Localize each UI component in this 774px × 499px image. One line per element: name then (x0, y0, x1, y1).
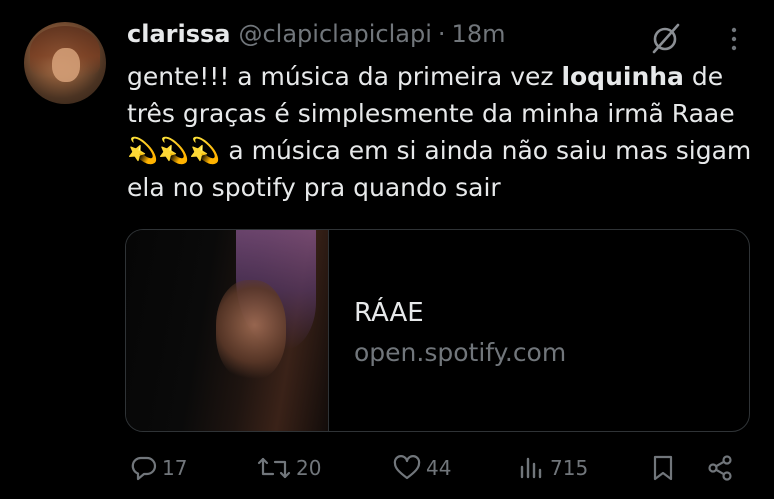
tweet-text: gente!!! a música da primeira vez loquin… (127, 58, 757, 206)
more-vertical-icon[interactable] (722, 24, 746, 54)
views-button[interactable]: 715 (518, 448, 588, 488)
heart-icon (393, 455, 421, 480)
action-bar: 17 20 44 715 (0, 448, 774, 488)
avatar[interactable] (24, 22, 106, 104)
card-image-face (216, 280, 286, 380)
timestamp[interactable]: 18m (452, 20, 506, 48)
repost-count: 20 (296, 456, 322, 480)
bookmark-button[interactable] (650, 448, 676, 488)
link-card[interactable]: RÁAE open.spotify.com (125, 229, 750, 432)
separator-dot: · (437, 20, 446, 48)
share-button[interactable] (706, 448, 734, 488)
tweet-text-before: gente!!! a música da primeira vez (127, 62, 562, 91)
views-chart-icon (520, 457, 542, 479)
reply-count: 17 (162, 456, 188, 480)
reply-icon (131, 456, 157, 481)
avatar-face (52, 48, 80, 82)
card-domain[interactable]: open.spotify.com (354, 338, 566, 367)
views-count: 715 (550, 456, 589, 480)
reply-button[interactable]: 17 (130, 448, 187, 488)
tweet-text-bold: loquinha (561, 62, 684, 91)
share-icon (708, 455, 732, 481)
author-handle[interactable]: @clapiclapiclapi (238, 20, 431, 48)
tweet-header: clarissa @clapiclapiclapi · 18m (127, 20, 505, 56)
repost-icon (257, 457, 291, 479)
card-title[interactable]: RÁAE (354, 298, 424, 328)
repost-button[interactable]: 20 (256, 448, 321, 488)
like-button[interactable]: 44 (392, 448, 451, 488)
bookmark-icon (653, 455, 673, 481)
author-name[interactable]: clarissa (127, 20, 230, 48)
like-count: 44 (426, 456, 452, 480)
card-image[interactable] (126, 230, 329, 431)
grok-icon[interactable] (648, 21, 684, 55)
